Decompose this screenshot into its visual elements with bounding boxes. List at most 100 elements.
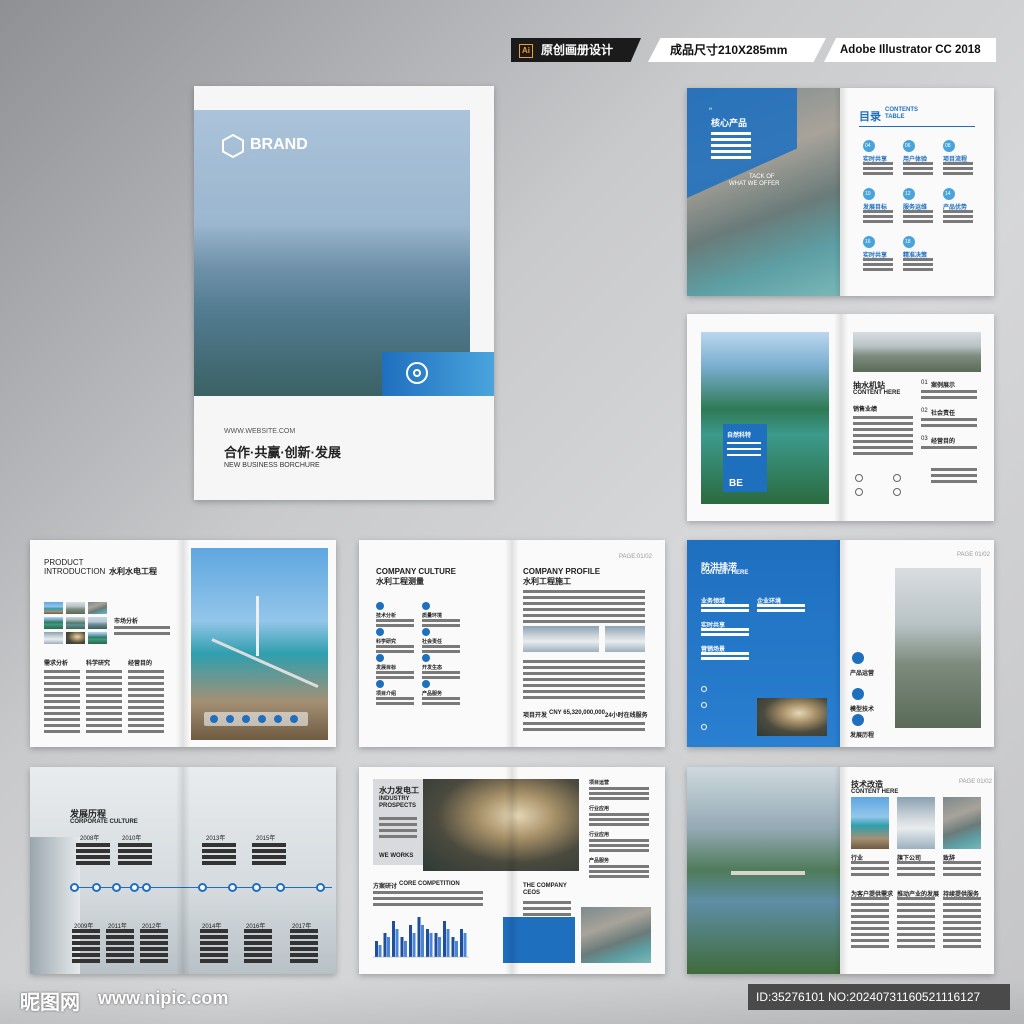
culture-stat-3: 24小时在线服务 <box>605 713 648 719</box>
text-line <box>589 849 649 852</box>
text-line <box>589 787 649 790</box>
timeline-year-top: 2015年 <box>256 836 276 842</box>
timeline-dot <box>228 883 237 892</box>
hydro-ceo-2: CEOS <box>523 890 541 896</box>
intro-thumbnail <box>44 617 63 629</box>
contents-item-number: 18 <box>905 239 911 245</box>
text-line <box>863 215 893 218</box>
text-line <box>523 602 645 605</box>
culture-item-label: 项目介绍 <box>376 691 397 697</box>
text-line <box>943 867 981 870</box>
hydro-side-label: 项目运营 <box>589 780 610 786</box>
text-line <box>114 632 170 635</box>
text-line <box>523 907 571 910</box>
id-text: ID:35276101 NO:20240731160521116127 <box>756 990 981 1004</box>
chart-bar <box>438 937 441 957</box>
text-line <box>376 650 414 653</box>
timeline-year-top: 2013年 <box>206 836 226 842</box>
text-line <box>86 730 122 733</box>
text-line <box>376 702 414 705</box>
intro-title-2: INTRODUCTION <box>44 567 106 576</box>
text-line <box>943 172 973 175</box>
hydro-title-en-1: INDUSTRY <box>379 796 410 802</box>
text-line <box>903 220 933 223</box>
timeline-dot <box>198 883 207 892</box>
pump-box-title: 自然科特 <box>727 433 752 439</box>
text-line <box>76 855 110 859</box>
text-line <box>376 671 414 674</box>
text-line <box>200 947 228 951</box>
text-line <box>86 682 122 685</box>
text-line <box>244 953 272 957</box>
text-line <box>128 670 164 673</box>
text-line <box>376 697 414 700</box>
text-line <box>851 903 889 906</box>
text-line <box>943 220 973 223</box>
text-line <box>943 945 981 948</box>
text-line <box>523 678 645 681</box>
text-line <box>589 875 649 878</box>
text-line <box>140 935 168 939</box>
text-line <box>252 843 286 847</box>
text-line <box>140 941 168 945</box>
tech-title-en: CONTENT HERE <box>851 789 899 795</box>
text-line <box>897 909 935 912</box>
flood-icon-label-1: 产品运营 <box>850 671 875 677</box>
spread-company-culture: COMPANY CULTURE 水利工程测量 技术分析 质量环境 科学研究 社会责任发… <box>359 540 665 747</box>
culture-item-label: 发展目标 <box>376 665 397 671</box>
text-line <box>379 829 417 832</box>
bridge-dot <box>258 715 266 723</box>
text-line <box>523 590 645 593</box>
text-line <box>140 959 168 963</box>
text-line <box>711 132 751 135</box>
culture-title-cn: 水利工程测量 <box>376 577 424 586</box>
valley-bridge <box>731 871 805 875</box>
text-line <box>523 901 571 904</box>
text-line <box>118 861 152 865</box>
text-line <box>72 935 100 939</box>
hydro-competition-cn: 方案研讨 <box>373 884 398 890</box>
flood-page-no: PAGE 01/02 <box>957 552 990 558</box>
text-line <box>943 921 981 924</box>
text-line <box>379 835 417 838</box>
text-line <box>140 929 168 933</box>
text-line <box>128 718 164 721</box>
text-line <box>589 844 649 847</box>
flood-icon-3 <box>852 714 864 726</box>
culture-item-icon <box>422 654 430 662</box>
chart-bar <box>400 937 404 957</box>
text-line <box>851 933 889 936</box>
contents-item-number: 04 <box>865 143 871 149</box>
pump-icon <box>893 474 901 482</box>
timeline-year-top: 2008年 <box>80 836 100 842</box>
culture-page-no: PAGE:01/02 <box>619 554 652 560</box>
text-line <box>711 150 751 153</box>
flood-icon-label-3: 发展历程 <box>850 733 875 739</box>
tech-photo-3 <box>943 797 981 849</box>
text-line <box>128 706 164 709</box>
intro-col-label-2: 科学研究 <box>86 661 111 667</box>
hydro-side-label: 产品服务 <box>589 858 610 864</box>
intro-thumbnail <box>88 632 107 644</box>
text-line <box>422 671 460 674</box>
text-line <box>711 144 751 147</box>
text-line <box>943 897 981 900</box>
mountain-photo <box>853 332 981 372</box>
illustrator-icon: Ai <box>519 43 533 58</box>
bridge-tower <box>256 596 259 656</box>
text-line <box>701 652 749 655</box>
text-line <box>106 953 134 957</box>
text-line <box>44 718 80 721</box>
bridge-dot <box>290 715 298 723</box>
text-line <box>897 921 935 924</box>
culture-item-label: 技术分析 <box>376 613 397 619</box>
intro-col-label-3: 经营目的 <box>128 661 153 667</box>
text-line <box>106 947 134 951</box>
intro-thumbnail <box>44 602 63 614</box>
text-line <box>86 688 122 691</box>
text-line <box>589 839 649 842</box>
chart-bar <box>387 937 390 957</box>
text-line <box>76 849 110 853</box>
text-line <box>943 939 981 942</box>
text-line <box>140 953 168 957</box>
